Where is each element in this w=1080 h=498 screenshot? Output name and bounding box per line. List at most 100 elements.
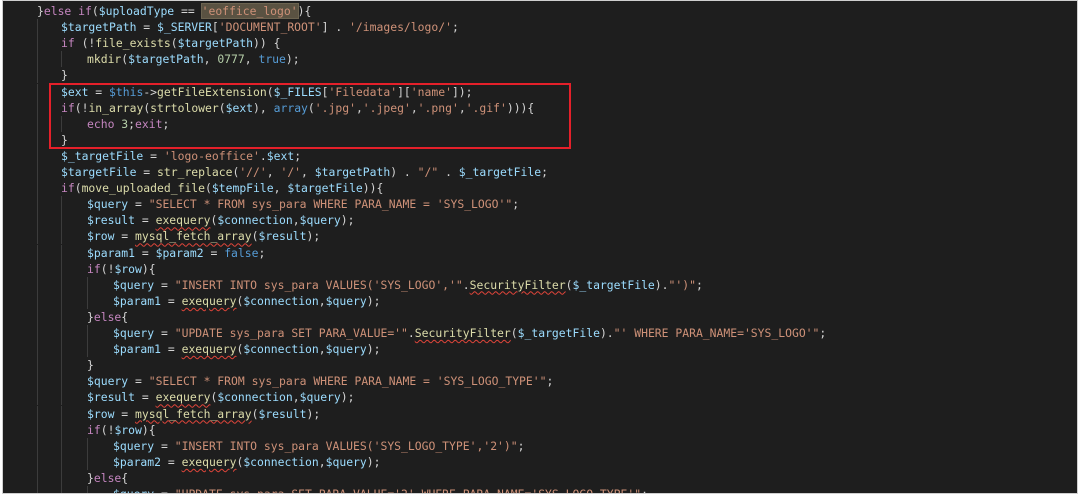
code-token: ; [541,165,548,179]
indent-guide [37,147,38,164]
code-token: $query [87,197,129,212]
code-text: $query = "INSERT INTO sys_para VALUES('S… [113,438,524,454]
code-token: 'DOCUMENT_ROOT' [218,20,322,35]
code-token: ; [162,116,170,131]
code-token: ); [285,52,300,67]
code-token: = [154,277,175,292]
indent-guide [37,421,38,438]
code-text: $row = mysql_fetch_array($result); [87,406,320,422]
code-token: ){ [297,4,312,18]
indent-guide [37,67,38,84]
code-token: true [258,52,286,67]
code-token: echo [87,116,115,131]
code-token: ){ [141,422,156,437]
code-token: $param1 [113,342,162,357]
indent-guide [37,212,38,229]
code-text: $param1 = $param2 = false; [87,245,265,261]
code-token: ( [205,181,212,196]
code-token: = [161,293,182,308]
code-text: $query = "UPDATE sys_para SET PARA_VALUE… [113,486,648,493]
code-token: = [128,197,149,212]
code-token: , [292,390,300,405]
indent-guide [37,308,38,325]
code-token: , [203,52,218,67]
code-text: $_targetFile = 'logo-eoffice'.$ext; [61,148,301,164]
code-token: = [135,390,156,405]
code-token: = [135,213,156,228]
code-token: $targetPath [128,52,204,67]
code-line: mkdir($targetPath, 0777, true); [3,51,1077,68]
code-token: $param1 [87,245,136,260]
code-token: $_targetFile [61,148,144,163]
code-token: ( [266,84,274,99]
code-token: = [161,454,182,469]
code-token: SecurityFilter [469,277,566,292]
code-editor[interactable]: }else if($uploadType == 'eoffice_logo'){… [2,0,1078,494]
code-token: "INSERT INTO sys_para VALUES('SYS_LOGO_T… [174,438,518,453]
code-token: , [318,342,326,357]
code-token: file_exists [95,36,171,51]
indent-guide [37,453,38,470]
code-token: '/' [280,165,302,179]
indent-guide [61,308,62,325]
indent-guide [37,228,38,245]
indent-guide [37,260,38,277]
code-token: = [143,148,164,163]
code-token: , [318,454,326,469]
indent-guide [61,357,62,374]
code-text: $param1 = exequery($connection,$query); [113,341,381,357]
indent-guide [61,196,62,213]
code-token: ; [695,277,703,292]
code-token: exequery [181,293,237,308]
code-text: $result = exequery($connection,$query); [87,212,355,228]
code-token: $targetPath [61,20,137,35]
indent-guide [61,292,62,309]
code-token: $targetFile [287,181,363,196]
code-token: "/" [417,165,439,179]
code-token: if [87,422,101,437]
code-token: $result [87,390,136,405]
code-token: ; [451,20,459,35]
code-token: ; [258,245,266,260]
code-token: exequery [155,390,211,405]
code-token: "INSERT INTO sys_para VALUES('SYS_LOGO',… [174,277,463,292]
indent-guide [61,260,62,277]
indent-guide [87,276,88,293]
code-token: if [61,36,75,51]
code-token: = [161,342,182,357]
code-text: } [87,357,94,373]
code-token: $ext [225,100,254,115]
code-token: } [87,358,94,373]
code-token: if [87,261,101,276]
code-token: ]); [451,84,473,99]
code-line: $query = "UPDATE sys_para SET PARA_VALUE… [3,325,1077,341]
code-text: if(move_uploaded_file($tempFile, $target… [61,180,383,196]
code-text: }else{ [87,470,128,486]
code-token: $row [87,229,115,244]
code-line: } [3,357,1077,374]
code-token: $query [113,438,155,453]
code-token: ( [91,4,99,18]
indent-guide [87,453,88,470]
code-text: } [61,67,68,83]
code-line: $param1 = exequery($connection,$query); [3,292,1077,309]
code-lines: }else if($uploadType == 'eoffice_logo'){… [3,1,1077,493]
code-token: str_replace [157,165,233,179]
code-token: = [154,326,175,340]
code-token: ). [599,326,614,340]
code-token: $connection [217,213,293,228]
indent-guide [61,453,62,470]
code-token: ){ [141,261,156,276]
code-token: ); [340,390,355,405]
code-token: $connection [217,390,293,405]
code-token: "' WHERE PARA_NAME='SYS_LOGO'" [613,326,820,340]
code-token: mysql_fetch_array [135,406,252,421]
code-line: if(!in_array(strtolower($ext), array('.j… [3,99,1077,116]
code-token: exequery [181,342,237,357]
code-line: $result = exequery($connection,$query); [3,389,1077,406]
code-token: ; [294,148,302,163]
code-token: else [93,309,122,324]
indent-guide [37,131,38,148]
code-token: ] . [321,20,350,35]
code-token: . [259,148,267,163]
